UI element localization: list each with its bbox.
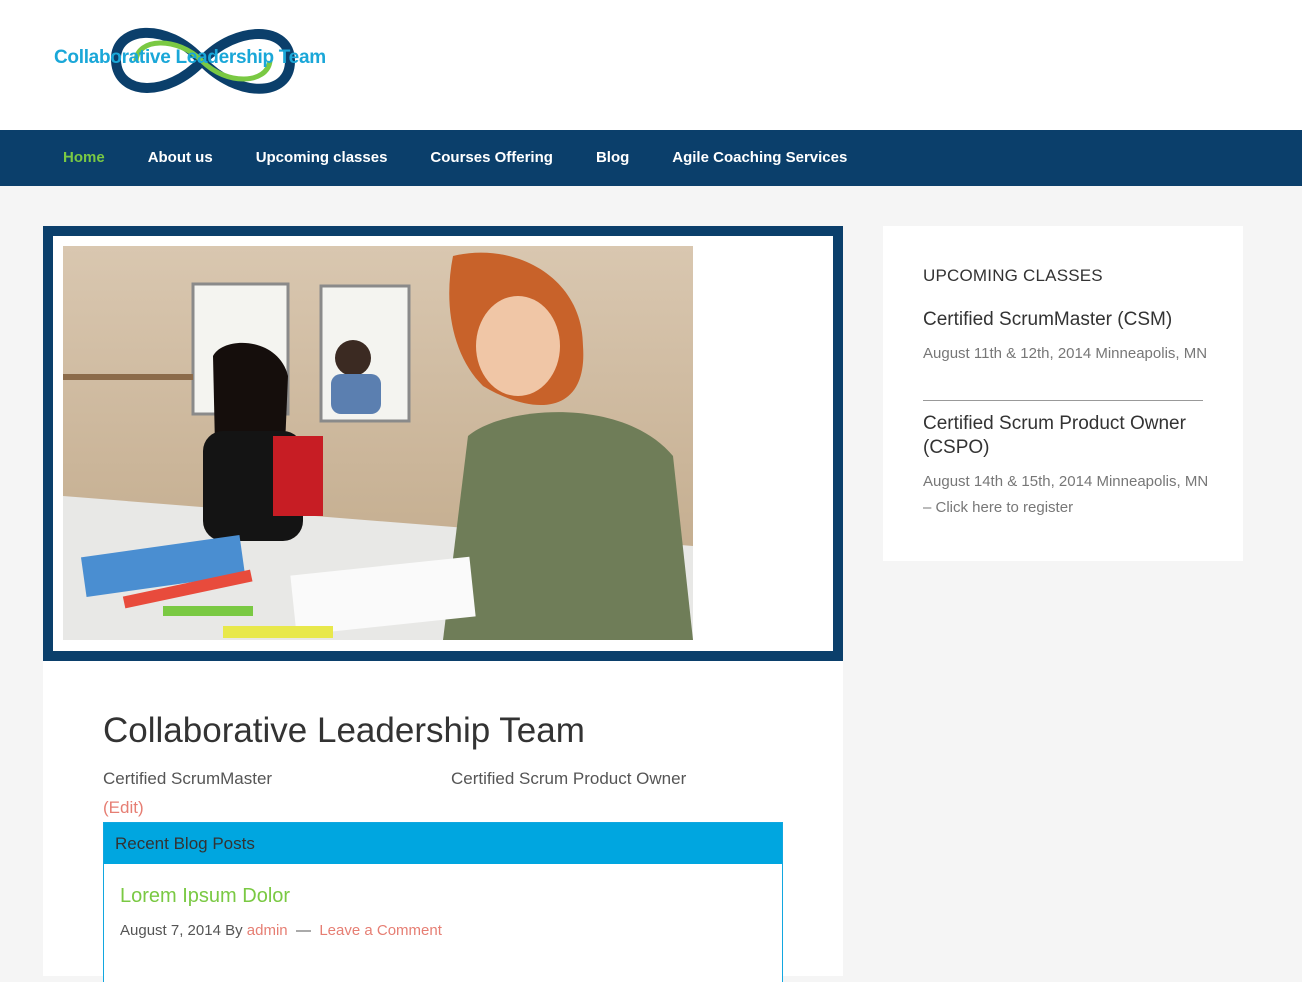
widget-title: UPCOMING CLASSES [923, 266, 1103, 285]
nav-item-upcoming-classes[interactable]: Upcoming classes [256, 130, 388, 186]
recent-posts-heading: Recent Blog Posts [104, 823, 782, 864]
post-by-label: By [225, 922, 243, 939]
nav-item-courses-offering[interactable]: Courses Offering [430, 130, 553, 186]
tagline-product-owner: Certified Scrum Product Owner [451, 769, 687, 788]
class-details-cspo[interactable]: August 14th & 15th, 2014 Minneapolis, MN… [923, 469, 1213, 521]
class-details-csm: August 11th & 12th, 2014 Minneapolis, MN [923, 345, 1208, 362]
tagline-scrum-master: Certified ScrumMaster [103, 769, 273, 788]
nav-item-agile-coaching-services[interactable]: Agile Coaching Services [672, 130, 847, 186]
post-date: August 7, 2014 [120, 922, 221, 939]
edit-link[interactable]: (Edit) [103, 798, 144, 818]
classroom-photo-image [63, 246, 693, 640]
main-navigation: Home About us Upcoming classes Courses O… [0, 130, 1302, 186]
class-divider [923, 400, 1203, 401]
post-meta-separator: — [295, 922, 311, 939]
hero-frame [43, 226, 843, 661]
class-title-csm[interactable]: Certified ScrumMaster (CSM) [923, 308, 1213, 332]
main-content: Collaborative Leadership Team Certified … [43, 661, 843, 982]
hero-inner [53, 236, 833, 651]
sidebar-upcoming-classes: UPCOMING CLASSES Certified ScrumMaster (… [883, 226, 1243, 561]
post-author-link[interactable]: admin [247, 922, 288, 939]
hero-photo [63, 246, 693, 640]
site-logo[interactable]: Collaborative Leadership Team [52, 26, 356, 96]
blog-post-title-link[interactable]: Lorem Ipsum Dolor [120, 885, 290, 908]
page-title: Collaborative Leadership Team [103, 711, 585, 750]
nav-item-about-us[interactable]: About us [148, 130, 213, 186]
logo-text: Collaborative Leadership Team [54, 47, 326, 68]
nav-item-home[interactable]: Home [63, 130, 105, 186]
nav-item-blog[interactable]: Blog [596, 130, 629, 186]
blog-post-meta: August 7, 2014 By admin — Leave a Commen… [120, 922, 442, 939]
class-title-cspo[interactable]: Certified Scrum Product Owner (CSPO) [923, 412, 1213, 460]
site-header: Collaborative Leadership Team [0, 0, 1302, 130]
recent-posts-widget: Recent Blog Posts Lorem Ipsum Dolor Augu… [103, 822, 783, 982]
leave-comment-link[interactable]: Leave a Comment [319, 922, 442, 939]
